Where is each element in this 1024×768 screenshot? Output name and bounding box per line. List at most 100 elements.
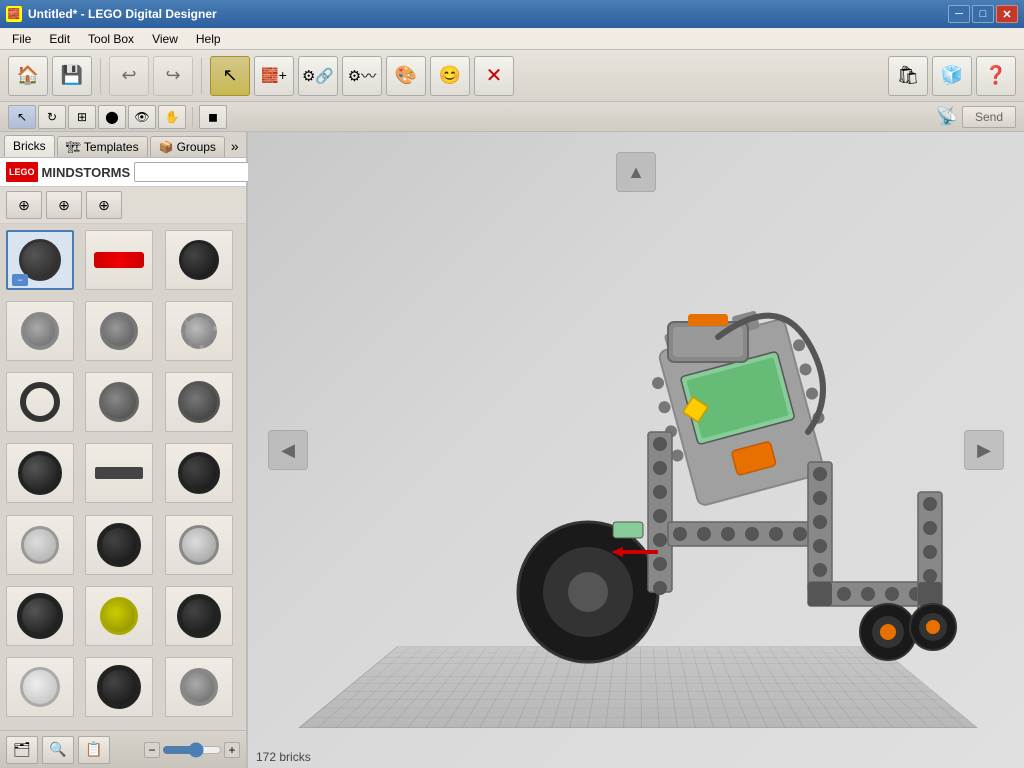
paint-button[interactable]: 🎨 [386, 56, 426, 96]
nav-left-button[interactable]: ◀ [268, 430, 308, 470]
hub3-icon [20, 667, 60, 707]
minimize-button[interactable]: ─ [948, 5, 970, 23]
left-bottom-bar: 🗂 🔍 📋 − + [0, 730, 246, 768]
templates-icon: 🏗 [66, 140, 81, 154]
brick-item-17[interactable] [85, 586, 153, 646]
brick-item-13[interactable] [6, 515, 74, 575]
zoom-in-button[interactable]: + [224, 742, 240, 758]
brick-item-8[interactable] [85, 372, 153, 432]
save-button[interactable]: 💾 [52, 56, 92, 96]
pan-tool-button[interactable]: ✋ [158, 105, 186, 129]
brick-item-2[interactable] [85, 230, 153, 290]
bag-button[interactable]: 🛍 [888, 56, 928, 96]
gear2-icon [100, 312, 138, 350]
minifig-button[interactable]: 😊 [430, 56, 470, 96]
menu-file[interactable]: File [4, 30, 39, 48]
viewport[interactable]: ▲ ◀ ▶ [248, 132, 1024, 768]
brick-item-7[interactable] [6, 372, 74, 432]
brick-grid: − [0, 224, 246, 730]
tire3-icon [97, 523, 141, 567]
brick-item-19[interactable] [6, 657, 74, 717]
send-area: 📡 Send [936, 106, 1016, 128]
zoom-slider-area: − + [144, 742, 240, 758]
brick-item-4[interactable] [6, 301, 74, 361]
titlebar-controls[interactable]: ─ □ ✕ [948, 5, 1018, 23]
tire5-icon [177, 594, 221, 638]
delete-button[interactable]: ✕ [474, 56, 514, 96]
brick-minus-badge: − [12, 274, 28, 286]
brand-name: MINDSTORMS [42, 165, 131, 180]
brick-item-1[interactable]: − [6, 230, 74, 290]
gear3-icon [181, 313, 217, 349]
toolbar-sep-1 [100, 58, 101, 94]
hub2-icon [100, 597, 138, 635]
send-button[interactable]: Send [962, 106, 1016, 128]
brick-item-3[interactable] [165, 230, 233, 290]
home-button[interactable]: 🏠 [8, 56, 48, 96]
add-brick-button[interactable]: 🧱+ [254, 56, 294, 96]
category-btn-2[interactable]: ⊕ [46, 191, 82, 219]
main-toolbar: 🏠 💾 ↩ ↪ ↖ 🧱+ ⚙🔗 ⚙〰 🎨 😊 ✕ 🛍 🧊 ❓ [0, 50, 1024, 102]
flex-hinge-button[interactable]: ⚙〰 [342, 56, 382, 96]
groups-icon: 📦 [159, 140, 174, 154]
maximize-button[interactable]: □ [972, 5, 994, 23]
category-btn-3[interactable]: ⊕ [86, 191, 122, 219]
zoom-out-button[interactable]: − [144, 742, 160, 758]
menu-help[interactable]: Help [188, 30, 229, 48]
brick-item-18[interactable] [165, 586, 233, 646]
send-icon: 📡 [936, 106, 958, 127]
bar-red-icon [94, 252, 144, 268]
menu-view[interactable]: View [144, 30, 186, 48]
hub-icon [21, 526, 59, 564]
zoom-slider[interactable] [162, 744, 222, 756]
bottom-btn-2[interactable]: 🔍 [42, 736, 74, 764]
brick-item-14[interactable] [85, 515, 153, 575]
hide-tool-button[interactable]: 👁 [128, 105, 156, 129]
brick-item-20[interactable] [85, 657, 153, 717]
tab-templates-label: Templates [84, 140, 139, 154]
brick-item-16[interactable] [6, 586, 74, 646]
arrow-tool-button[interactable]: ↖ [8, 105, 36, 129]
tab-groups[interactable]: 📦 Groups [150, 136, 225, 157]
secondary-toolbar: ↖ ↻ ⊞ ⬤ 👁 ✋ ◼ 📡 Send [0, 102, 1024, 132]
menu-edit[interactable]: Edit [41, 30, 78, 48]
multiselect-tool-button[interactable]: ⊞ [68, 105, 96, 129]
brick-item-9[interactable] [165, 372, 233, 432]
tab-bricks[interactable]: Bricks [4, 135, 55, 157]
titlebar: 🧱 Untitled* - LEGO Digital Designer ─ □ … [0, 0, 1024, 28]
tab-groups-label: Groups [177, 140, 216, 154]
app-icon: 🧱 [6, 6, 22, 22]
view-mode-button[interactable]: ◼ [199, 105, 227, 129]
brick-item-15[interactable] [165, 515, 233, 575]
category-buttons: ⊕ ⊕ ⊕ [0, 187, 246, 224]
menu-toolbox[interactable]: Tool Box [80, 30, 142, 48]
bottom-btn-3[interactable]: 📋 [78, 736, 110, 764]
close-button[interactable]: ✕ [996, 5, 1018, 23]
brick-item-6[interactable] [165, 301, 233, 361]
lasso-tool-button[interactable]: ⬤ [98, 105, 126, 129]
hinge-button[interactable]: ⚙🔗 [298, 56, 338, 96]
lego-logo: LEGO [6, 162, 38, 182]
brick-item-12[interactable] [165, 443, 233, 503]
brick-item-10[interactable] [6, 443, 74, 503]
main-content: Bricks 🏗 Templates 📦 Groups » LEGO MINDS… [0, 132, 1024, 768]
tabs: Bricks 🏗 Templates 📦 Groups » [0, 132, 246, 158]
brick-item-21[interactable] [165, 657, 233, 717]
category-btn-1[interactable]: ⊕ [6, 191, 42, 219]
tire-icon [18, 451, 62, 495]
select-tool-button[interactable]: ↖ [210, 56, 250, 96]
redo-button[interactable]: ↪ [153, 56, 193, 96]
panel-expand-button[interactable]: » [227, 136, 243, 156]
view3d-button[interactable]: 🧊 [932, 56, 972, 96]
tab-templates[interactable]: 🏗 Templates [57, 136, 148, 157]
brick-item-11[interactable] [85, 443, 153, 503]
buildguide-button[interactable]: ❓ [976, 56, 1016, 96]
left-panel: Bricks 🏗 Templates 📦 Groups » LEGO MINDS… [0, 132, 248, 768]
undo-button[interactable]: ↩ [109, 56, 149, 96]
rotate-tool-button[interactable]: ↻ [38, 105, 66, 129]
brick-item-5[interactable] [85, 301, 153, 361]
wheel-black-icon [179, 240, 219, 280]
bottom-btn-1[interactable]: 🗂 [6, 736, 38, 764]
brick-count: 172 bricks [256, 750, 311, 764]
nav-up-button[interactable]: ▲ [616, 152, 656, 192]
